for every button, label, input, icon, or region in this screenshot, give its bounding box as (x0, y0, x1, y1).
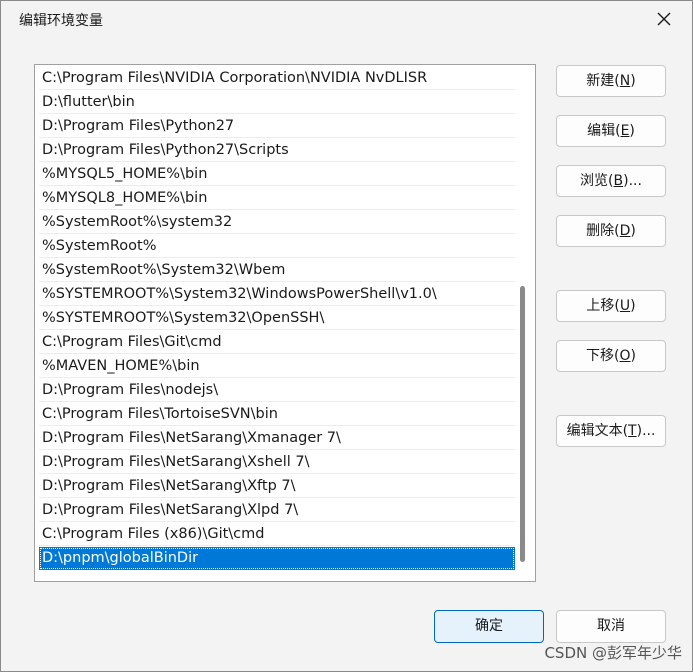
list-item[interactable]: %MYSQL8_HOME%\bin (39, 187, 515, 210)
title-bar: 编辑环境变量 (1, 1, 692, 37)
list-item[interactable]: D:\Program Files\NetSarang\Xshell 7\ (39, 451, 515, 474)
list-item[interactable]: %SYSTEMROOT%\System32\WindowsPowerShell\… (39, 283, 515, 306)
list-item[interactable]: D:\Program Files\Python27\Scripts (39, 139, 515, 162)
scrollbar-thumb[interactable] (520, 286, 525, 562)
list-item[interactable]: D:\Program Files\Python27 (39, 115, 515, 138)
move-down-button[interactable]: 下移(O) (556, 340, 666, 372)
vertical-scrollbar[interactable] (517, 68, 529, 578)
list-item[interactable]: D:\Program Files\NetSarang\Xlpd 7\ (39, 499, 515, 522)
path-list[interactable]: C:\Program Files\NVIDIA Corporation\NVID… (34, 64, 536, 582)
list-item[interactable]: C:\Program Files\TortoiseSVN\bin (39, 403, 515, 426)
list-item[interactable]: D:\Program Files\NetSarang\Xftp 7\ (39, 475, 515, 498)
close-icon (657, 12, 671, 26)
cancel-button[interactable]: 取消 (556, 610, 666, 643)
list-item[interactable]: C:\Program Files (x86)\Git\cmd (39, 523, 515, 546)
delete-button[interactable]: 删除(D) (556, 215, 666, 247)
list-item[interactable]: %SystemRoot%\System32\Wbem (39, 259, 515, 282)
watermark: CSDN @彭军年少华 (544, 644, 682, 662)
new-button[interactable]: 新建(N) (556, 65, 666, 97)
ok-button[interactable]: 确定 (434, 610, 544, 643)
list-item[interactable]: %SystemRoot% (39, 235, 515, 258)
list-item[interactable]: D:\pnpm\globalBinDir (39, 547, 515, 570)
list-item[interactable]: %MAVEN_HOME%\bin (39, 355, 515, 378)
edit-text-button[interactable]: 编辑文本(T)... (556, 415, 666, 447)
list-item[interactable]: D:\flutter\bin (39, 91, 515, 114)
list-item[interactable]: C:\Program Files\NVIDIA Corporation\NVID… (39, 67, 515, 90)
close-button[interactable] (652, 7, 676, 31)
browse-button[interactable]: 浏览(B)... (556, 165, 666, 197)
list-item[interactable]: %SystemRoot%\system32 (39, 211, 515, 234)
list-item[interactable]: D:\Program Files\NetSarang\Xmanager 7\ (39, 427, 515, 450)
dialog-title: 编辑环境变量 (19, 13, 103, 29)
list-item[interactable]: %SYSTEMROOT%\System32\OpenSSH\ (39, 307, 515, 330)
list-item[interactable]: C:\Program Files\Git\cmd (39, 331, 515, 354)
edit-button[interactable]: 编辑(E) (556, 115, 666, 147)
edit-env-variable-dialog: 编辑环境变量 C:\Program Files\NVIDIA Corporati… (0, 0, 693, 672)
list-item[interactable]: D:\Program Files\nodejs\ (39, 379, 515, 402)
list-item[interactable]: %MYSQL5_HOME%\bin (39, 163, 515, 186)
move-up-button[interactable]: 上移(U) (556, 290, 666, 322)
